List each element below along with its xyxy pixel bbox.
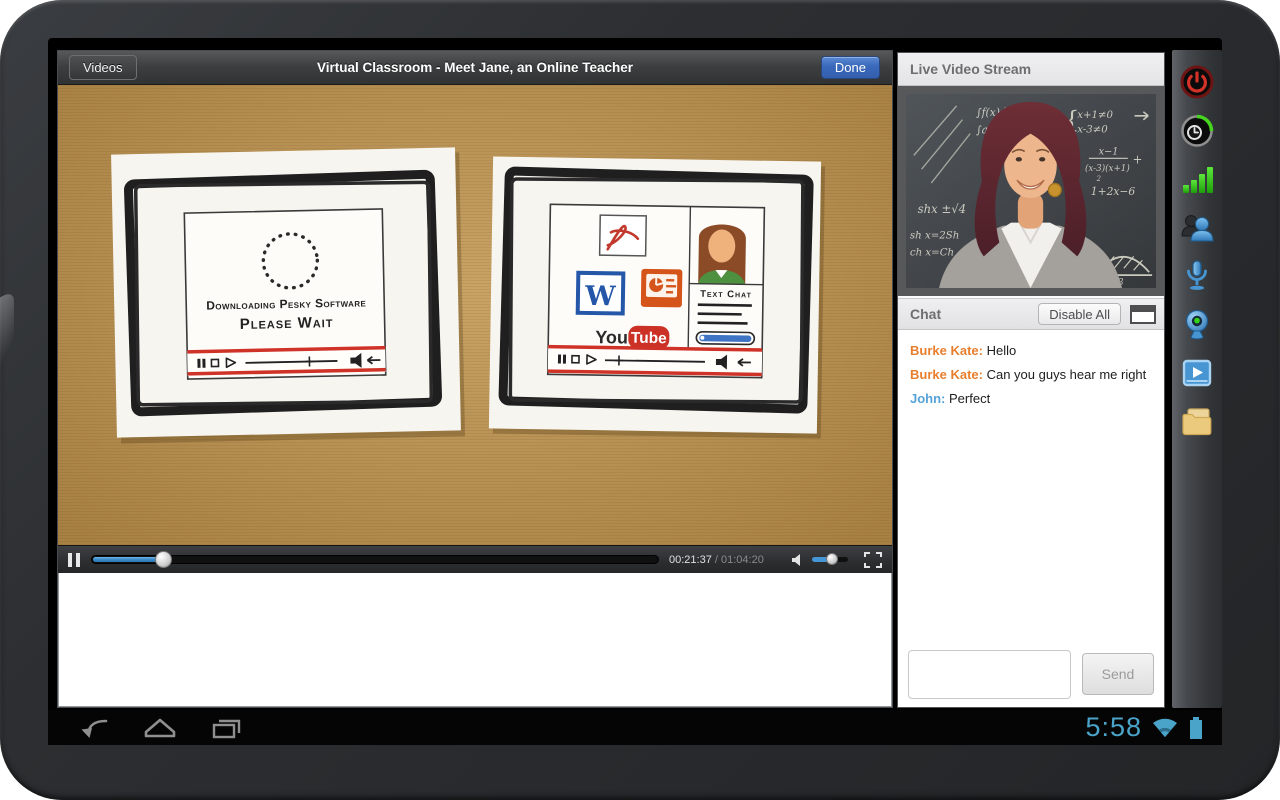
live-stream-title: Live Video Stream <box>910 61 1031 77</box>
webcam-icon[interactable] <box>1178 306 1216 344</box>
seek-bar[interactable] <box>91 555 659 564</box>
seek-handle[interactable] <box>155 551 172 568</box>
volume-handle[interactable] <box>826 553 838 565</box>
send-button[interactable]: Send <box>1082 653 1154 695</box>
tablet-screen: Videos Virtual Classroom - Meet Jane, an… <box>48 38 1222 745</box>
svg-text:x-3≠0: x-3≠0 <box>1077 124 1108 136</box>
svg-text:Text Chat: Text Chat <box>700 289 752 301</box>
sketch-right-paper: W You <box>489 156 825 438</box>
word-icon-sketch: W <box>578 273 624 314</box>
chat-message: John: Perfect <box>910 391 1152 406</box>
power-icon[interactable] <box>1178 63 1216 101</box>
session-clock-icon[interactable] <box>1178 112 1216 150</box>
pdf-icon-sketch <box>600 215 647 256</box>
powerpoint-icon-sketch <box>641 269 683 308</box>
player-controls-bar: 00:21:37 / 01:04:20 <box>58 545 892 573</box>
chat-text: Hello <box>983 343 1016 358</box>
svg-text:(x-3)(x+1): (x-3)(x+1) <box>1085 163 1130 174</box>
battery-icon <box>1188 715 1204 741</box>
content-whitespace <box>58 573 892 707</box>
chat-message-list[interactable]: Burke Kate: Hello Burke Kate: Can you gu… <box>898 330 1164 641</box>
participants-icon[interactable] <box>1178 209 1216 247</box>
bezel-reflection <box>0 292 14 378</box>
sketch-left-paper: Downloading Pesky Software Please Wait <box>111 147 465 443</box>
svg-text:Tube: Tube <box>631 330 668 348</box>
video-player-icon[interactable] <box>1178 354 1216 392</box>
whiteboard-sketch-video: Downloading Pesky Software Please Wait <box>58 85 892 545</box>
svg-text:W: W <box>584 281 616 312</box>
video-surface[interactable]: Downloading Pesky Software Please Wait <box>58 85 892 545</box>
videos-button[interactable]: Videos <box>69 55 137 80</box>
svg-text:1+2x−6: 1+2x−6 <box>1091 185 1135 198</box>
sketch-loading-text-2: Please Wait <box>240 314 334 333</box>
volume-slider[interactable] <box>812 557 848 562</box>
svg-text:x+1≠0: x+1≠0 <box>1077 109 1113 121</box>
chat-sender: Burke Kate: <box>910 343 983 358</box>
total-duration: 01:04:20 <box>721 554 764 566</box>
live-stream-header: Live Video Stream <box>898 53 1164 86</box>
sketch-player-bar-right <box>548 345 762 376</box>
files-icon[interactable] <box>1178 403 1216 441</box>
home-button[interactable] <box>142 715 178 741</box>
chat-sender: Burke Kate: <box>910 367 983 382</box>
pause-button[interactable] <box>68 553 82 567</box>
chat-sender: John: <box>910 391 945 406</box>
page-title: Virtual Classroom - Meet Jane, an Online… <box>58 60 892 75</box>
current-time: 00:21:37 <box>669 554 712 566</box>
svg-text:x−1: x−1 <box>1099 146 1119 157</box>
stream-chat-panel: Live Video Stream <box>897 52 1165 708</box>
signal-strength-icon[interactable] <box>1178 160 1216 198</box>
chat-input[interactable] <box>908 650 1071 699</box>
svg-text:+: + <box>1133 152 1143 166</box>
svg-text:2: 2 <box>1096 175 1101 183</box>
svg-text:ch x=Ch: ch x=Ch <box>910 246 954 258</box>
chat-message: Burke Kate: Hello <box>910 343 1152 358</box>
time-display: 00:21:37 / 01:04:20 <box>669 554 764 566</box>
recent-apps-button[interactable] <box>208 715 244 741</box>
popout-window-icon[interactable] <box>1130 305 1156 324</box>
chat-text: Can you guys hear me right <box>983 367 1146 382</box>
chat-message: Burke Kate: Can you guys hear me right <box>910 367 1152 382</box>
seek-bar-fill <box>93 557 164 562</box>
teacher-video-frame: ∫f(x)dx ∫a { x+1≠0 x-3≠0 x−1 (x-3)(x+1) … <box>906 94 1156 288</box>
microphone-icon[interactable] <box>1178 257 1216 295</box>
svg-text:sh x=2Sh: sh x=2Sh <box>910 229 959 241</box>
svg-text:You: You <box>595 327 628 348</box>
chat-title: Chat <box>910 306 1038 322</box>
youtube-logo-sketch: You Tube <box>595 325 669 349</box>
chat-text: Perfect <box>945 391 990 406</box>
status-clock: 5:58 <box>1085 712 1142 743</box>
player-titlebar: Videos Virtual Classroom - Meet Jane, an… <box>58 51 892 85</box>
live-stream-video: ∫f(x)dx ∫a { x+1≠0 x-3≠0 x−1 (x-3)(x+1) … <box>898 86 1164 296</box>
chat-header: Chat Disable All <box>898 298 1164 330</box>
android-navbar: 5:58 <box>48 710 1222 745</box>
chat-input-row: Send <box>898 641 1164 707</box>
done-button[interactable]: Done <box>821 56 880 79</box>
sketch-player-bar-left <box>187 346 386 376</box>
back-button[interactable] <box>78 715 112 741</box>
wifi-icon <box>1150 716 1180 740</box>
disable-all-button[interactable]: Disable All <box>1038 303 1121 325</box>
tablet-frame: Videos Virtual Classroom - Meet Jane, an… <box>0 0 1280 800</box>
status-area[interactable]: 5:58 <box>1085 712 1204 743</box>
svg-text:shx ±√4: shx ±√4 <box>918 202 966 216</box>
fullscreen-icon[interactable] <box>864 552 882 568</box>
volume-icon[interactable] <box>790 552 806 568</box>
video-player-panel: Videos Virtual Classroom - Meet Jane, an… <box>57 50 893 708</box>
tool-sidebar <box>1172 50 1222 708</box>
